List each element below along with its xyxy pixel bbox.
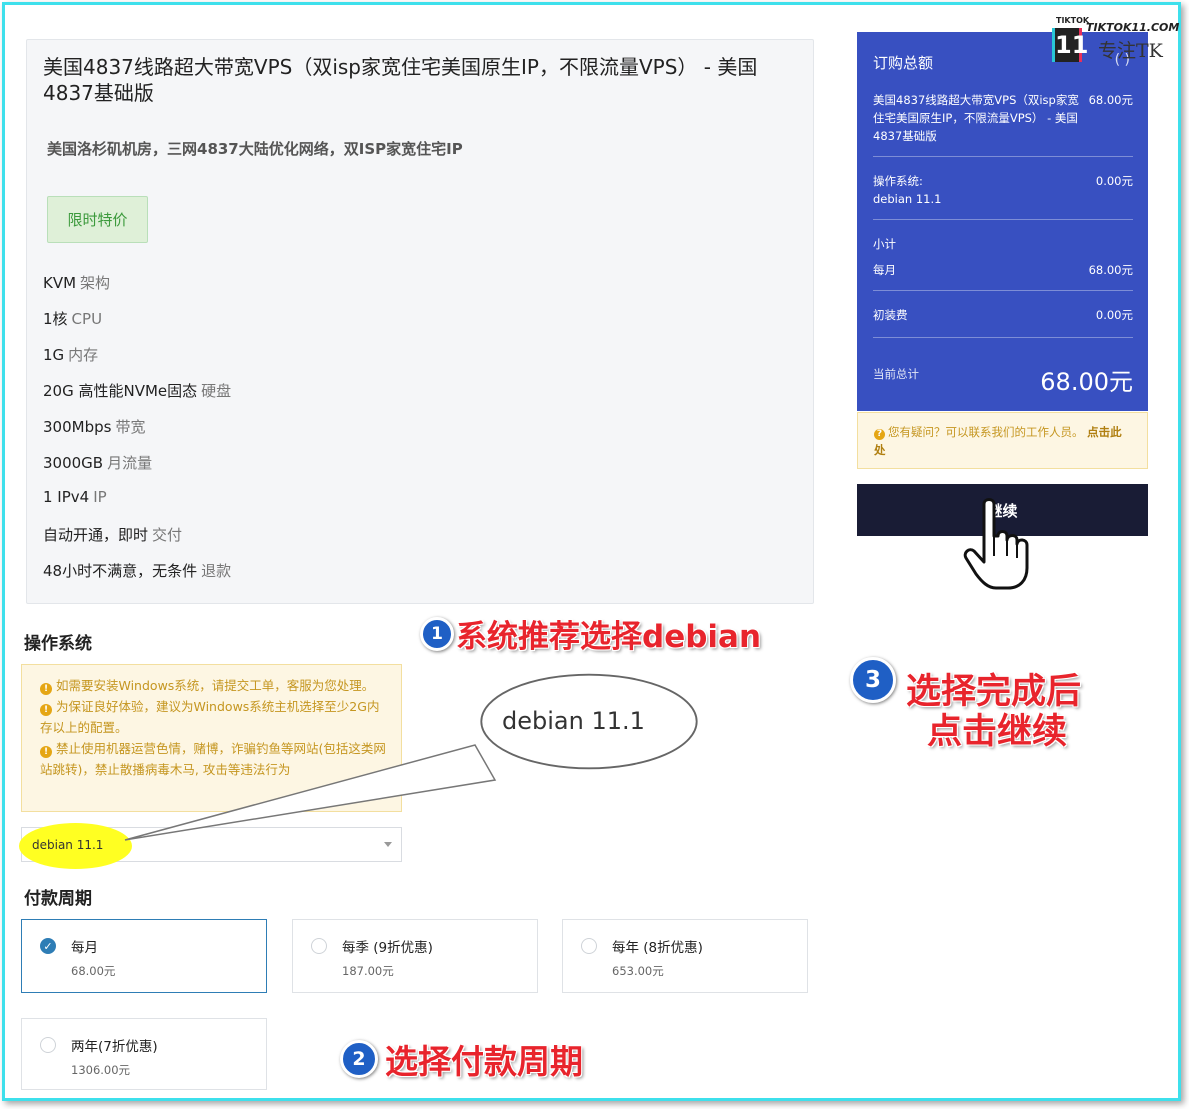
billing-option-price: 653.00元 [612,964,664,978]
os-notice: ! 如需要安装Windows系统，请提交工单，客服为您处理。 [40,675,389,696]
divider [873,290,1133,291]
warning-icon: ! [40,683,52,695]
help-notice: ? 您有疑问？可以联系我们的工作人员。 点击此处 [857,412,1148,469]
order-summary: 订购总额 ( ) 美国4837线路超大带宽VPS（双isp家宽住宅美国原生IP，… [857,32,1148,411]
summary-product-name: 美国4837线路超大带宽VPS（双isp家宽住宅美国原生IP，不限流量VPS） … [873,93,1079,143]
spec-unit: 架构 [80,274,111,292]
tiktok11-logo: TIKTOK 11 TIKTOK11.COM 专注TK [1052,16,1179,66]
radio-icon[interactable] [581,938,597,954]
step-badge: 2 [340,1040,378,1078]
warning-icon: ! [40,746,52,758]
screenshot-frame: 美国4837线路超大带宽VPS（双isp家宽住宅美国原生IP，不限流量VPS） … [2,2,1181,1101]
billing-option-price: 68.00元 [71,964,116,978]
spec-value: 1G [43,346,65,364]
billing-option-label: 每月 [71,940,98,956]
billing-option-biennial[interactable]: 两年(7折优惠) 1306.00元 [21,1018,267,1090]
spec-value: 3000GB [43,454,104,472]
spec-unit: 带宽 [115,418,146,436]
annotation-step1: 系统推荐选择debian [456,619,762,655]
summary-setup-price: 0.00元 [1095,308,1133,322]
logo-slogan: 专注TK [1098,40,1163,62]
spec-value: 1 IPv4 [43,488,90,506]
summary-product-price: 68.00元 [1088,93,1133,107]
billing-option-price: 1306.00元 [71,1063,131,1077]
help-text: 您有疑问？可以联系我们的工作人员。 [888,425,1084,439]
os-notice: ! 为保证良好体验，建议为Windows系统主机选择至少2G内存以上的配置。 [40,699,380,735]
spec-item: 1核 CPU [43,308,102,329]
summary-os-label: 操作系统: [873,174,923,188]
step-badge: 3 [850,657,896,703]
summary-monthly-label: 每月 [873,263,896,277]
spec-item: 48小时不满意，无条件 退款 [43,560,231,581]
zoom-callout-text: debian 11.1 [502,707,645,735]
warning-icon: ! [40,704,52,716]
summary-total: 68.00元 [1040,368,1133,396]
spec-value: 48小时不满意，无条件 [43,562,198,580]
summary-setup-label: 初装费 [873,308,908,322]
annotation-step3-line2: 点击继续 [927,712,1068,752]
divider [873,337,1133,338]
spec-value: 自动开通，即时 [43,526,149,544]
os-section-title: 操作系统 [24,634,92,654]
spec-unit: CPU [71,310,103,328]
os-select-value: debian 11.1 [32,838,104,852]
billing-option-label: 两年(7折优惠) [71,1039,158,1055]
spec-unit: 内存 [68,346,99,364]
divider [873,156,1133,157]
billing-option-monthly[interactable]: ✓ 每月 68.00元 [21,919,267,993]
pointing-hand-icon [963,498,1029,590]
summary-os-value: debian 11.1 [873,192,942,206]
step-badge: 1 [420,617,454,651]
promo-badge: 限时特价 [47,196,148,243]
spec-unit: 月流量 [107,454,153,472]
spec-item: 1 IPv4 IP [43,488,107,506]
radio-icon[interactable] [311,938,327,954]
spec-item: 1G 内存 [43,344,98,365]
spec-item: 自动开通，即时 交付 [43,524,182,545]
annotation-step2: 选择付款周期 [385,1042,583,1081]
spec-value: 1核 [43,310,68,328]
product-title: 美国4837线路超大带宽VPS（双isp家宽住宅美国原生IP，不限流量VPS） … [43,55,758,105]
spec-unit: 交付 [152,526,183,544]
spec-item: 20G 高性能NVMe固态 硬盘 [43,380,231,401]
product-card: 美国4837线路超大带宽VPS（双isp家宽住宅美国原生IP，不限流量VPS） … [26,39,814,604]
billing-option-yearly[interactable]: 每年 (8折优惠) 653.00元 [562,919,808,993]
divider [873,219,1133,220]
billing-option-label: 每年 (8折优惠) [612,940,703,956]
summary-os-price: 0.00元 [1095,174,1133,188]
summary-subtotal-label: 小计 [873,237,896,251]
billing-option-quarterly[interactable]: 每季 (9折优惠) 187.00元 [292,919,538,993]
product-tagline: 美国洛杉矶机房，三网4837大陆优化网络，双ISP家宽住宅IP [47,140,463,158]
question-icon: ? [874,429,885,440]
summary-title: 订购总额 [873,54,934,72]
summary-total-label: 当前总计 [873,367,919,381]
logo-mark: 11 [1052,28,1088,62]
logo-small-text: TIKTOK [1056,16,1090,25]
billing-section-title: 付款周期 [24,889,92,909]
billing-option-price: 187.00元 [342,964,394,978]
check-icon[interactable]: ✓ [40,938,56,954]
spec-item: 300Mbps 带宽 [43,416,145,437]
spec-item: 3000GB 月流量 [43,452,152,473]
radio-icon[interactable] [40,1037,56,1053]
spec-unit: IP [93,488,107,506]
spec-value: KVM [43,274,77,292]
zoom-callout-pointer [124,744,497,841]
spec-item: KVM 架构 [43,272,110,293]
spec-value: 20G 高性能NVMe固态 [43,382,198,400]
spec-value: 300Mbps [43,418,112,436]
spec-unit: 退款 [201,562,232,580]
spec-unit: 硬盘 [201,382,232,400]
billing-option-label: 每季 (9折优惠) [342,940,433,956]
summary-monthly-price: 68.00元 [1088,263,1133,277]
logo-url: TIKTOK11.COM [1086,21,1180,34]
